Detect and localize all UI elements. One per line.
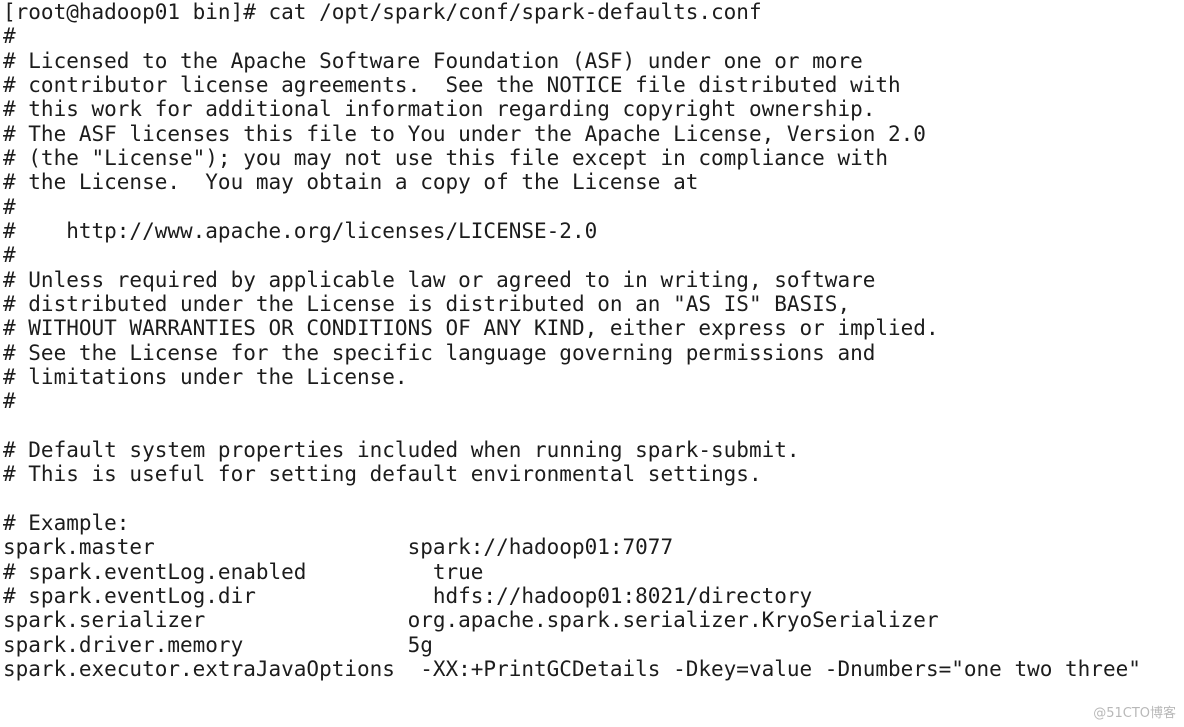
terminal-line: # Example: bbox=[3, 510, 130, 535]
terminal-line: # WITHOUT WARRANTIES OR CONDITIONS OF AN… bbox=[3, 316, 939, 341]
terminal-line: # distributed under the License is distr… bbox=[3, 291, 851, 316]
terminal-line: # contributor license agreements. See th… bbox=[3, 72, 901, 97]
terminal-line: # Licensed to the Apache Software Founda… bbox=[3, 48, 863, 73]
terminal-line: spark.master spark://hadoop01:7077 bbox=[3, 535, 674, 560]
terminal-line: # See the License for the specific langu… bbox=[3, 340, 876, 365]
watermark: @51CTO博客 bbox=[1093, 706, 1176, 721]
terminal-line: # The ASF licenses this file to You unde… bbox=[3, 121, 926, 146]
terminal-line: # http://www.apache.org/licenses/LICENSE… bbox=[3, 218, 598, 243]
terminal-line: spark.driver.memory 5g bbox=[3, 632, 433, 657]
terminal-line: # spark.eventLog.dir hdfs://hadoop01:802… bbox=[3, 583, 813, 608]
terminal-line: # bbox=[3, 243, 16, 268]
terminal-line: spark.serializer org.apache.spark.serial… bbox=[3, 608, 939, 633]
terminal-output[interactable]: [root@hadoop01 bin]# cat /opt/spark/conf… bbox=[3, 0, 1141, 681]
terminal-line: # This is useful for setting default env… bbox=[3, 462, 762, 487]
terminal-line: # limitations under the License. bbox=[3, 364, 408, 389]
terminal-line: # bbox=[3, 194, 16, 219]
terminal-line: # Unless required by applicable law or a… bbox=[3, 267, 876, 292]
terminal-line: # bbox=[3, 24, 16, 49]
terminal-line: # the License. You may obtain a copy of … bbox=[3, 170, 699, 195]
terminal-line: # bbox=[3, 389, 16, 414]
terminal-line: spark.executor.extraJavaOptions -XX:+Pri… bbox=[3, 656, 1141, 681]
terminal-line: # this work for additional information r… bbox=[3, 97, 876, 122]
command-line: [root@hadoop01 bin]# cat /opt/spark/conf… bbox=[3, 0, 762, 24]
terminal-line: # spark.eventLog.enabled true bbox=[3, 559, 484, 584]
terminal-line: # (the "License"); you may not use this … bbox=[3, 145, 889, 170]
terminal-line: # Default system properties included whe… bbox=[3, 437, 800, 462]
